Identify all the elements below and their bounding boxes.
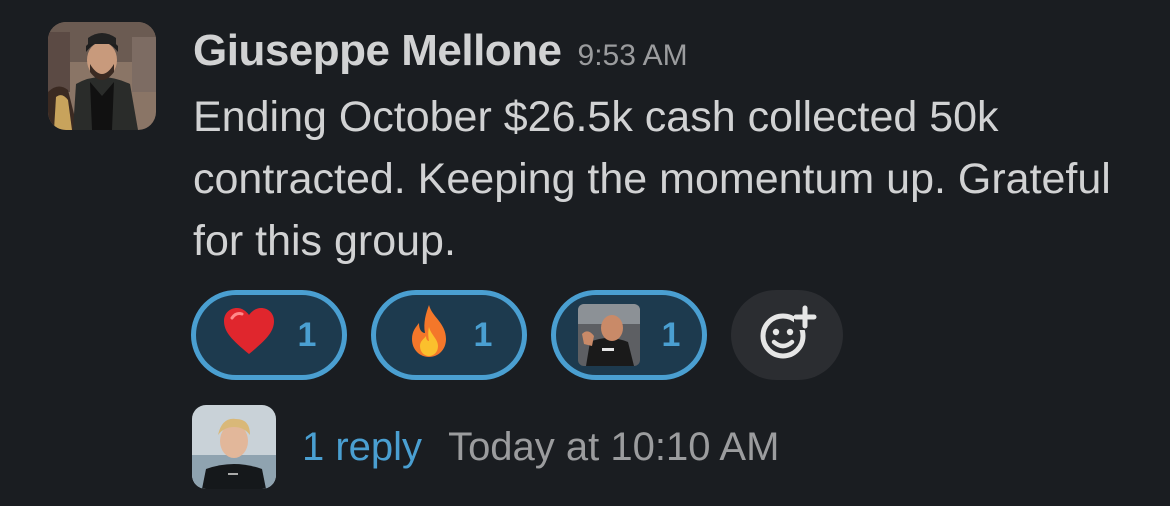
reaction-custom[interactable]: 1 xyxy=(551,290,707,380)
reaction-heart[interactable]: 1 xyxy=(191,290,347,380)
message-container: Giuseppe Mellone 9:53 AM Ending October … xyxy=(0,0,1170,506)
fire-icon xyxy=(406,303,452,367)
reaction-count: 1 xyxy=(297,315,317,354)
reaction-fire[interactable]: 1 xyxy=(371,290,527,380)
reply-avatar[interactable] xyxy=(192,405,276,489)
reactions-bar: 1 1 1 xyxy=(191,290,843,380)
reply-user-photo xyxy=(192,405,276,489)
message-content: Giuseppe Mellone 9:53 AM Ending October … xyxy=(193,26,1130,272)
author-name[interactable]: Giuseppe Mellone xyxy=(193,26,562,76)
last-reply-time: Today at 10:10 AM xyxy=(448,424,780,469)
reaction-count: 1 xyxy=(473,315,493,354)
add-reaction-icon xyxy=(756,302,818,369)
author-photo xyxy=(48,22,156,130)
thread-summary[interactable]: 1 reply Today at 10:10 AM xyxy=(192,405,779,489)
message-text: Ending October $26.5k cash collected 50k… xyxy=(193,93,1111,265)
red-heart-icon xyxy=(222,306,276,364)
custom-photo-emoji-icon xyxy=(577,304,640,366)
author-avatar[interactable] xyxy=(48,22,156,130)
reply-count-link[interactable]: 1 reply xyxy=(302,425,422,470)
reaction-count: 1 xyxy=(661,315,681,354)
message-timestamp[interactable]: 9:53 AM xyxy=(578,39,688,73)
add-reaction-button[interactable] xyxy=(731,290,843,380)
message-header: Giuseppe Mellone 9:53 AM xyxy=(193,26,1130,82)
